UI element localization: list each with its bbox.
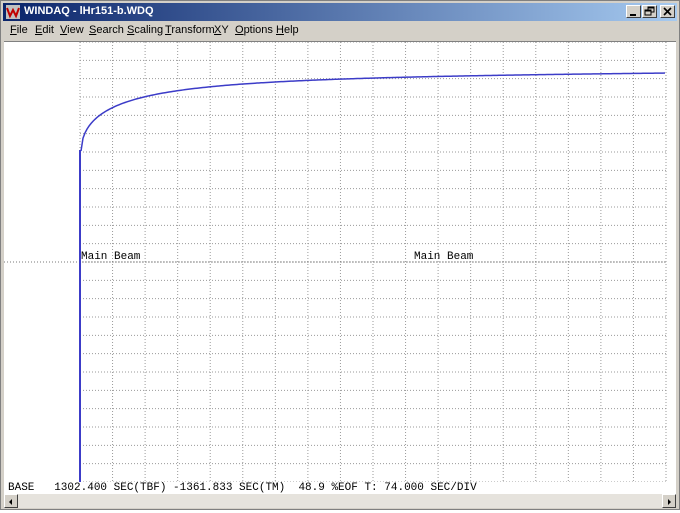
- windaq-icon[interactable]: [6, 5, 20, 19]
- menu-scaling[interactable]: Scaling: [127, 24, 163, 36]
- menu-help[interactable]: Help: [276, 24, 299, 36]
- channel-label-left: Main Beam: [81, 251, 141, 263]
- minimize-icon: [630, 14, 636, 16]
- waveform-display[interactable]: Main Beam Main Beam: [4, 41, 676, 482]
- close-button[interactable]: [660, 5, 675, 18]
- arrow-right-icon: [668, 499, 671, 505]
- menu-options[interactable]: Options: [235, 24, 273, 36]
- menu-xy[interactable]: XY: [214, 24, 229, 36]
- window-title: WINDAQ - lHr151-b.WDQ: [24, 5, 154, 17]
- scroll-left-button[interactable]: [4, 494, 18, 508]
- menu-view[interactable]: View: [60, 24, 84, 36]
- restore-icon: [644, 6, 655, 16]
- close-icon: [663, 7, 672, 16]
- menu-file[interactable]: File: [10, 24, 28, 36]
- menu-search[interactable]: Search: [89, 24, 124, 36]
- menu-edit[interactable]: Edit: [35, 24, 54, 36]
- title-bar[interactable]: WINDAQ - lHr151-b.WDQ: [3, 3, 677, 21]
- waveform-canvas[interactable]: Main Beam Main Beam: [4, 42, 676, 482]
- menu-bar: File Edit View Search Scaling Transform …: [3, 22, 677, 40]
- status-bar: BASE 1302.400 SEC(TBF) -1361.833 SEC(TM)…: [4, 482, 676, 494]
- windaq-window: WINDAQ - lHr151-b.WDQ File Edit View Sea…: [0, 0, 680, 510]
- scroll-right-button[interactable]: [662, 494, 676, 508]
- status-readout: BASE 1302.400 SEC(TBF) -1361.833 SEC(TM)…: [8, 482, 477, 494]
- horizontal-scrollbar[interactable]: [4, 494, 676, 508]
- channel-label-right: Main Beam: [414, 251, 474, 263]
- menu-transform[interactable]: Transform: [165, 24, 215, 36]
- arrow-left-icon: [9, 499, 12, 505]
- minimize-button[interactable]: [626, 5, 641, 18]
- restore-button[interactable]: [642, 5, 657, 18]
